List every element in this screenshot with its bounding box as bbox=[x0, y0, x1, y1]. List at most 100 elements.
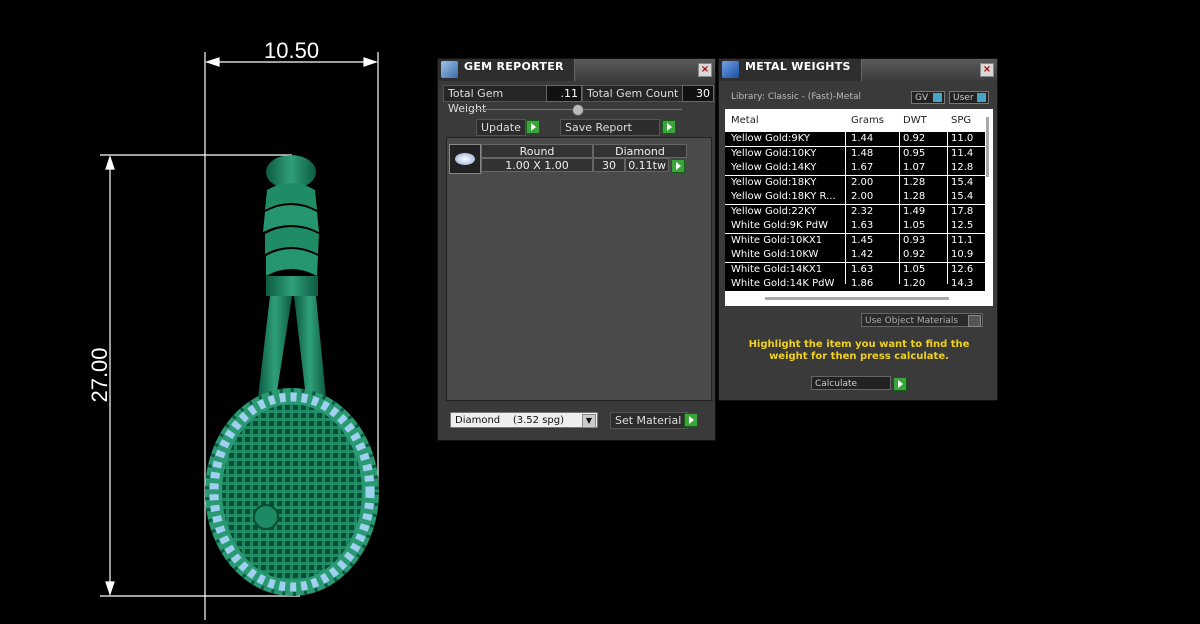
user-toggle[interactable]: User bbox=[949, 91, 989, 104]
table-header: Metal Grams DWT SPG bbox=[725, 109, 993, 132]
gem-shape-header: Round bbox=[481, 144, 593, 158]
table-cell: Yellow Gold:9KY bbox=[731, 133, 810, 144]
table-row[interactable]: Yellow Gold:14KY 1.67 1.07 12.8 bbox=[725, 161, 985, 176]
height-dimension-label: 27.00 bbox=[87, 347, 112, 403]
table-cell: 11.1 bbox=[951, 234, 974, 246]
table-cell: White Gold:14K PdW bbox=[731, 278, 835, 289]
gem-size-cell[interactable]: 1.00 X 1.00 bbox=[481, 158, 593, 172]
material-select-value: Diamond (3.52 spg) bbox=[455, 415, 565, 426]
table-row[interactable]: White Gold:9K PdW 1.63 1.05 12.5 bbox=[725, 219, 985, 234]
calculate-go-icon[interactable] bbox=[893, 377, 907, 391]
close-icon[interactable]: × bbox=[980, 63, 994, 77]
diamond-icon bbox=[455, 153, 475, 165]
gem-reporter-panel: GEM REPORTER × Total Gem Weight .11 Tota… bbox=[437, 58, 716, 441]
vertical-scrollbar[interactable] bbox=[986, 117, 989, 177]
table-cell: 11.0 bbox=[951, 133, 974, 144]
gem-reporter-title-tab: GEM REPORTER bbox=[438, 59, 575, 81]
metal-weights-logo-icon bbox=[722, 61, 739, 78]
gem-type-header: Diamond bbox=[593, 144, 687, 158]
use-object-materials-dropdown[interactable]: Use Object Materials bbox=[861, 313, 983, 327]
update-go-icon[interactable] bbox=[526, 120, 540, 134]
table-cell: Yellow Gold:18KY R... bbox=[731, 191, 836, 202]
gv-toggle[interactable]: GV bbox=[911, 91, 945, 104]
table-cell: 1.48 bbox=[851, 147, 874, 159]
use-object-materials-label: Use Object Materials bbox=[865, 316, 959, 326]
total-gem-weight-value: .11 bbox=[546, 85, 582, 102]
table-cell: 2.00 bbox=[851, 176, 874, 188]
table-cell: 1.63 bbox=[851, 220, 874, 231]
gem-thumbnail[interactable] bbox=[449, 144, 481, 174]
gem-count-cell[interactable]: 30 bbox=[593, 158, 625, 172]
set-material-button[interactable]: Set Material bbox=[610, 412, 688, 429]
table-cell: 15.4 bbox=[951, 191, 974, 202]
table-cell: 2.00 bbox=[851, 191, 874, 202]
table-cell: 0.93 bbox=[903, 234, 926, 246]
calculate-label: Calculate bbox=[815, 379, 858, 389]
table-cell: 11.4 bbox=[951, 147, 974, 159]
close-icon[interactable]: × bbox=[698, 63, 712, 77]
table-cell: 1.20 bbox=[903, 278, 926, 289]
gv-toggle-icon bbox=[933, 93, 942, 102]
gem-reporter-title: GEM REPORTER bbox=[464, 60, 564, 73]
table-row[interactable]: White Gold:14KX1 1.63 1.05 12.6 bbox=[725, 262, 985, 278]
metal-weights-titlebar[interactable]: METAL WEIGHTS × bbox=[719, 59, 997, 81]
table-cell: 2.32 bbox=[851, 205, 874, 217]
calculate-button[interactable]: Calculate bbox=[811, 376, 891, 390]
chevron-down-icon[interactable]: ▼ bbox=[582, 414, 596, 428]
total-gem-weight-label: Total Gem Weight bbox=[443, 85, 549, 115]
gem-reporter-titlebar[interactable]: GEM REPORTER × bbox=[438, 59, 715, 81]
table-cell: 1.44 bbox=[851, 133, 874, 144]
table-row[interactable]: Yellow Gold:10KY 1.48 0.95 11.4 bbox=[725, 146, 985, 162]
table-cell: 1.28 bbox=[903, 176, 926, 188]
table-cell: White Gold:9K PdW bbox=[731, 220, 828, 231]
table-cell: Yellow Gold:18KY bbox=[731, 176, 817, 188]
save-report-button[interactable]: Save Report bbox=[560, 119, 660, 136]
metal-weights-panel: METAL WEIGHTS × Library: Classic - (Fast… bbox=[718, 58, 998, 401]
table-cell: 1.67 bbox=[851, 162, 874, 173]
table-cell: 1.63 bbox=[851, 263, 874, 275]
model-viewport bbox=[100, 52, 379, 620]
column-header-metal[interactable]: Metal bbox=[731, 115, 759, 126]
table-row[interactable]: Yellow Gold:9KY 1.44 0.92 11.0 bbox=[725, 132, 985, 147]
table-row[interactable]: White Gold:10KX1 1.45 0.93 11.1 bbox=[725, 233, 985, 249]
set-material-go-icon[interactable] bbox=[684, 413, 698, 427]
table-cell: 1.42 bbox=[851, 249, 874, 260]
table-row[interactable]: Yellow Gold:22KY 2.32 1.49 17.8 bbox=[725, 204, 985, 220]
gem-reporter-logo-icon bbox=[441, 61, 458, 78]
collapse-handle-icon[interactable] bbox=[572, 104, 584, 116]
table-cell: White Gold:10KX1 bbox=[731, 234, 823, 246]
gv-label: GV bbox=[915, 93, 929, 103]
total-gem-count-label: Total Gem Count bbox=[582, 85, 684, 102]
table-cell: 0.95 bbox=[903, 147, 926, 159]
user-toggle-icon bbox=[977, 93, 986, 102]
table-cell: 1.49 bbox=[903, 205, 926, 217]
table-row[interactable]: Yellow Gold:18KY R... 2.00 1.28 15.4 bbox=[725, 190, 985, 205]
gem-weight-cell[interactable]: 0.11tw bbox=[625, 158, 669, 172]
metal-weights-title: METAL WEIGHTS bbox=[745, 60, 851, 73]
table-cell: Yellow Gold:22KY bbox=[731, 205, 817, 217]
table-cell: 1.28 bbox=[903, 191, 926, 202]
material-select[interactable]: Diamond (3.52 spg) ▼ bbox=[450, 412, 598, 428]
table-cell: 0.92 bbox=[903, 249, 926, 260]
save-report-go-icon[interactable] bbox=[662, 120, 676, 134]
column-divider bbox=[845, 109, 846, 284]
table-cell: White Gold:14KX1 bbox=[731, 263, 823, 275]
total-gem-count-value: 30 bbox=[682, 85, 714, 102]
table-row[interactable]: White Gold:14K PdW 1.86 1.20 14.3 bbox=[725, 277, 985, 292]
table-cell: 14.3 bbox=[951, 278, 974, 289]
width-dimension-label: 10.50 bbox=[264, 38, 320, 63]
column-divider bbox=[947, 109, 948, 284]
instruction-note: Highlight the item you want to find the … bbox=[748, 339, 970, 362]
table-row[interactable]: White Gold:10KW 1.42 0.92 10.9 bbox=[725, 248, 985, 263]
update-button[interactable]: Update bbox=[476, 119, 526, 136]
horizontal-scrollbar[interactable] bbox=[765, 297, 949, 300]
dropdown-icon bbox=[968, 315, 981, 327]
gem-row-go-icon[interactable] bbox=[671, 159, 685, 173]
column-header-spg[interactable]: SPG bbox=[951, 115, 971, 126]
table-cell: 1.86 bbox=[851, 278, 874, 289]
pendant-model bbox=[205, 155, 379, 596]
table-row[interactable]: Yellow Gold:18KY 2.00 1.28 15.4 bbox=[725, 175, 985, 191]
column-header-dwt[interactable]: DWT bbox=[903, 115, 927, 126]
metal-weights-table: Metal Grams DWT SPG Yellow Gold:9KY 1.44 0… bbox=[725, 109, 993, 306]
column-header-grams[interactable]: Grams bbox=[851, 115, 884, 126]
